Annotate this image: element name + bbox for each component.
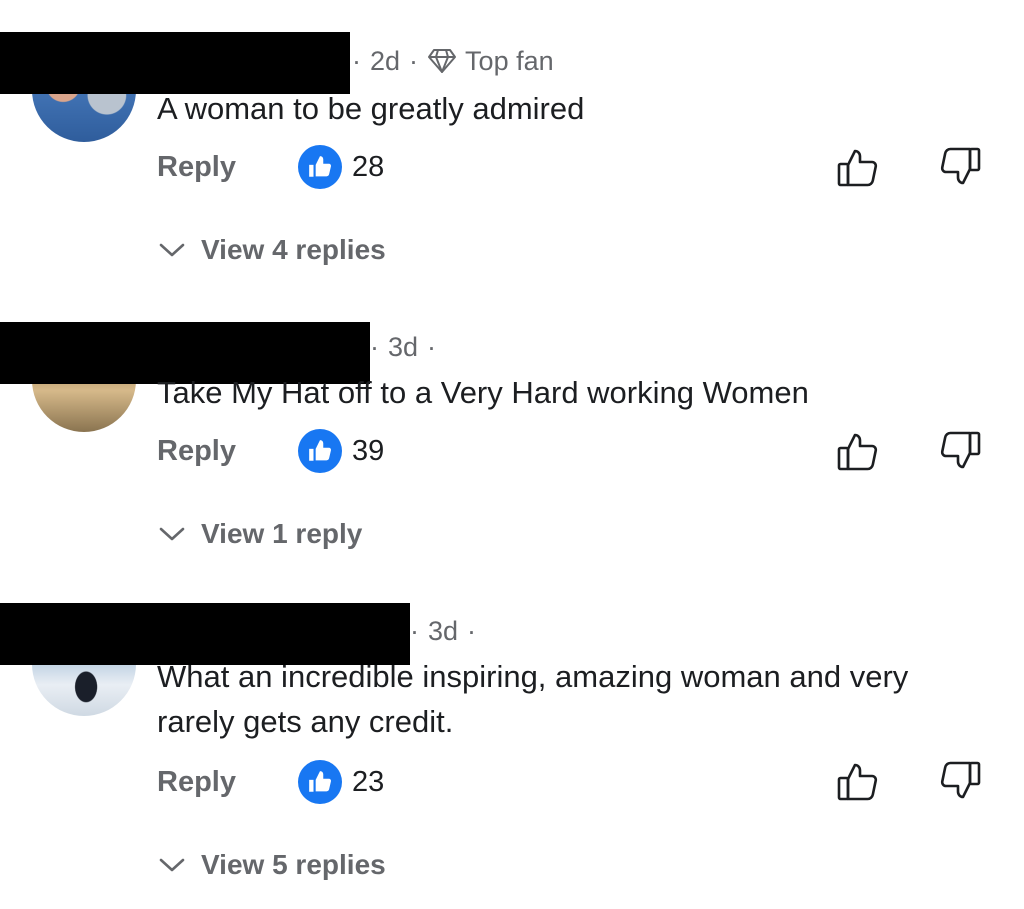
reply-button[interactable]: Reply <box>157 766 236 799</box>
view-replies-button[interactable]: View 5 replies <box>157 849 386 881</box>
separator: · <box>410 615 419 646</box>
reaction-summary[interactable]: 23 <box>298 760 384 804</box>
separator: · <box>467 615 477 646</box>
chevron-down-icon <box>159 858 185 872</box>
comment-text: What an incredible inspiring, amazing wo… <box>157 659 909 739</box>
view-replies-label: View 5 replies <box>201 849 386 880</box>
thumbs-down-icon <box>940 761 981 799</box>
comment-meta: · 3d · <box>410 615 485 647</box>
like-count: 23 <box>352 765 385 798</box>
comment-time[interactable]: 3d <box>428 616 458 647</box>
comment: · 3d · What an incredible inspiring, ama… <box>0 0 1024 909</box>
thumbs-up-icon <box>837 763 878 801</box>
like-reaction-icon <box>298 760 342 804</box>
dislike-button[interactable] <box>936 757 984 805</box>
like-button[interactable] <box>834 757 882 805</box>
